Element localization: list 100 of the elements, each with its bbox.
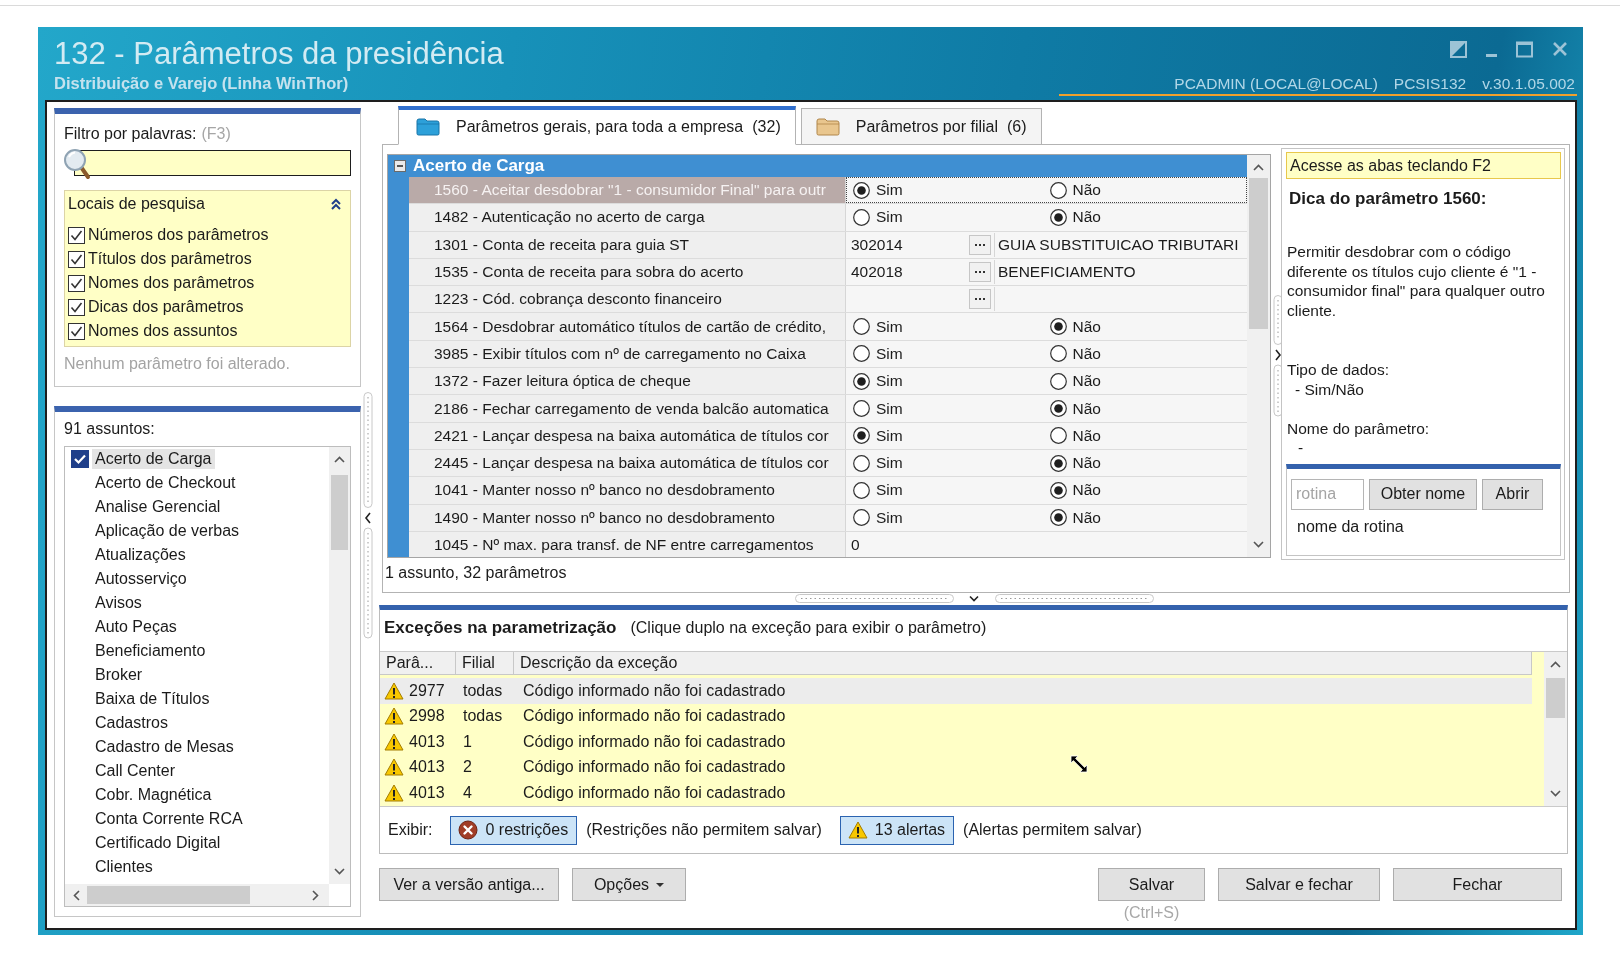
- parameter-name[interactable]: 1301 - Conta de receita para guia ST: [409, 231, 846, 258]
- parameter-name[interactable]: 2445 - Lançar despesa na baixa automática de títulos cor: [409, 449, 846, 477]
- radio-button[interactable]: [853, 509, 870, 527]
- vertical-scrollbar[interactable]: [1544, 652, 1567, 806]
- list-item[interactable]: Call Center: [92, 761, 179, 781]
- tab[interactable]: Parâmetros gerais, para toda a empresa (32): [398, 106, 796, 145]
- table-row[interactable]: 2998 todas Código informado não foi cadastrado: [380, 703, 1532, 729]
- scroll-thumb[interactable]: [1249, 178, 1268, 329]
- radio-button[interactable]: [1049, 481, 1067, 499]
- parameter-name[interactable]: 1482 - Autenticação no acerto de carga: [409, 204, 846, 231]
- chevron-up-icon[interactable]: [334, 456, 345, 463]
- parameter-name[interactable]: 1041 - Manter nosso nº banco no desdobramento: [409, 477, 846, 504]
- radio-button[interactable]: [1049, 208, 1067, 226]
- radio-button[interactable]: [1049, 372, 1067, 390]
- routine-input[interactable]: rotina: [1291, 478, 1364, 510]
- radio-button[interactable]: [853, 208, 870, 226]
- checkbox[interactable]: [68, 250, 85, 268]
- action-button[interactable]: Salvar e fechar: [1218, 868, 1380, 901]
- radio-button[interactable]: [1049, 181, 1067, 199]
- checkbox[interactable]: [68, 298, 85, 316]
- scroll-thumb[interactable]: [87, 886, 250, 904]
- parameter-name[interactable]: 1535 - Conta de receita para sobra do acerto: [409, 258, 846, 286]
- table-row[interactable]: 2977 todas Código informado não foi cadastrado: [380, 678, 1532, 704]
- list-item[interactable]: Atualizações: [92, 545, 189, 565]
- chevron-down-icon[interactable]: [334, 868, 345, 875]
- list-item[interactable]: Certificado Digital: [92, 833, 224, 853]
- lookup-button[interactable]: [969, 262, 991, 283]
- close-icon[interactable]: [1552, 41, 1568, 57]
- action-button[interactable]: Abrir: [1482, 478, 1543, 510]
- chevron-left-icon[interactable]: [73, 889, 80, 901]
- list-item[interactable]: Analise Gerencial: [92, 497, 224, 517]
- vertical-scrollbar[interactable]: [329, 447, 350, 884]
- checkbox[interactable]: [68, 322, 85, 340]
- horizontal-scrollbar[interactable]: [65, 884, 329, 906]
- list-item[interactable]: Clientes: [92, 857, 156, 877]
- list-item[interactable]: Auto Peças: [92, 617, 180, 637]
- radio-button[interactable]: [853, 427, 870, 445]
- list-item[interactable]: Baixa de Títulos: [92, 689, 213, 709]
- list-item[interactable]: Conta Corrente RCA: [92, 809, 246, 829]
- vertical-scrollbar[interactable]: [1247, 155, 1270, 557]
- splitter-handle[interactable]: [795, 594, 1154, 603]
- checkbox[interactable]: [68, 226, 85, 244]
- parameter-name[interactable]: 3985 - Exibir títulos com nº de carregamento no Caixa: [409, 340, 846, 368]
- parameter-name[interactable]: 2421 - Lançar despesa na baixa automática de títulos cor: [409, 422, 846, 449]
- radio-button[interactable]: [1049, 454, 1067, 472]
- chevron-up-icon[interactable]: [1253, 164, 1264, 171]
- table-row[interactable]: 4013 1 Código informado não foi cadastrado: [380, 729, 1532, 755]
- chevron-down-icon[interactable]: [1550, 790, 1561, 797]
- radio-button[interactable]: [1049, 318, 1067, 336]
- radio-button[interactable]: [853, 481, 870, 499]
- radio-button[interactable]: [853, 372, 870, 390]
- list-item[interactable]: Aplicação de verbas: [92, 521, 243, 541]
- dropdown-button[interactable]: Opções: [572, 868, 686, 901]
- action-button[interactable]: Fechar: [1393, 868, 1562, 901]
- chevron-right-icon[interactable]: [312, 889, 319, 901]
- list-item[interactable]: Cadastro de Mesas: [92, 737, 237, 757]
- radio-button[interactable]: [1049, 509, 1067, 527]
- list-item[interactable]: Acerto de Checkout: [92, 473, 239, 493]
- list-item[interactable]: Beneficiamento: [92, 641, 209, 661]
- table-row[interactable]: 4013 2 Código informado não foi cadastrado: [380, 754, 1532, 780]
- filter-toggle[interactable]: 13 alertas: [839, 815, 955, 845]
- checkbox[interactable]: [71, 450, 89, 468]
- radio-button[interactable]: [853, 345, 870, 363]
- parameter-name[interactable]: 1223 - Cód. cobrança desconto financeiro: [409, 286, 846, 313]
- table-row[interactable]: 4013 4 Código informado não foi cadastrado: [380, 780, 1532, 806]
- action-button[interactable]: Ver a versão antiga...: [379, 868, 559, 901]
- maximize-icon[interactable]: [1516, 40, 1533, 58]
- radio-button[interactable]: [853, 400, 870, 417]
- chevron-up-icon[interactable]: [1550, 661, 1561, 668]
- parameter-name[interactable]: 1372 - Fazer leitura óptica de cheque: [409, 368, 846, 395]
- list-item[interactable]: Cadastros: [92, 713, 171, 733]
- radio-button[interactable]: [1049, 400, 1067, 417]
- parameter-name[interactable]: 1490 - Manter nosso nº banco no desdobramento: [409, 504, 846, 531]
- filter-toggle[interactable]: 0 restrições: [450, 815, 578, 845]
- splitter-handle[interactable]: [363, 392, 373, 639]
- double-chevron-up-icon[interactable]: [330, 198, 342, 210]
- search-field[interactable]: [74, 150, 351, 176]
- lookup-button[interactable]: [969, 289, 991, 310]
- radio-button[interactable]: [853, 181, 870, 199]
- radio-button[interactable]: [1049, 427, 1067, 445]
- list-item[interactable]: Avisos: [92, 593, 145, 613]
- chevron-down-icon[interactable]: [1253, 541, 1264, 548]
- action-button[interactable]: Obter nome: [1369, 478, 1477, 510]
- parameter-name[interactable]: 2186 - Fechar carregamento de venda balcão automatica: [409, 395, 846, 422]
- radio-button[interactable]: [853, 318, 870, 336]
- parameter-name[interactable]: 1564 - Desdobrar automático títulos de cartão de crédito,: [409, 313, 846, 340]
- lookup-button[interactable]: [969, 234, 991, 255]
- list-item[interactable]: Cobr. Magnética: [92, 785, 215, 805]
- list-item[interactable]: Broker: [92, 665, 146, 685]
- radio-button[interactable]: [853, 454, 870, 472]
- parameter-name[interactable]: 1045 - Nº max. para transf. de NF entre carregamentos: [409, 531, 846, 557]
- collapse-icon[interactable]: [394, 160, 406, 172]
- list-item[interactable]: Autosserviço: [92, 569, 190, 589]
- list-item[interactable]: Acerto de Carga: [92, 449, 215, 469]
- radio-button[interactable]: [1049, 345, 1067, 363]
- scroll-thumb[interactable]: [1546, 678, 1565, 718]
- tab[interactable]: Parâmetros por filial (6): [800, 108, 1042, 145]
- checkbox[interactable]: [68, 274, 85, 292]
- action-button[interactable]: Salvar: [1098, 868, 1205, 901]
- scroll-thumb[interactable]: [331, 475, 348, 550]
